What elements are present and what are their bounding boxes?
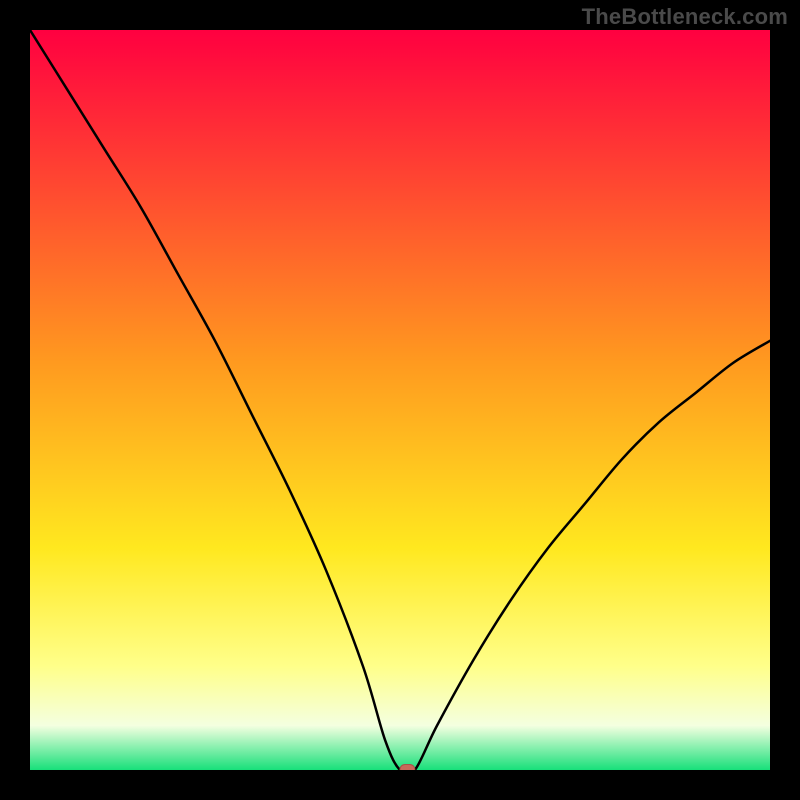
plot-area bbox=[30, 30, 770, 770]
watermark-text: TheBottleneck.com bbox=[582, 4, 788, 30]
gradient-background bbox=[30, 30, 770, 770]
chart-svg bbox=[30, 30, 770, 770]
chart-frame: TheBottleneck.com bbox=[0, 0, 800, 800]
optimum-marker bbox=[400, 764, 415, 770]
